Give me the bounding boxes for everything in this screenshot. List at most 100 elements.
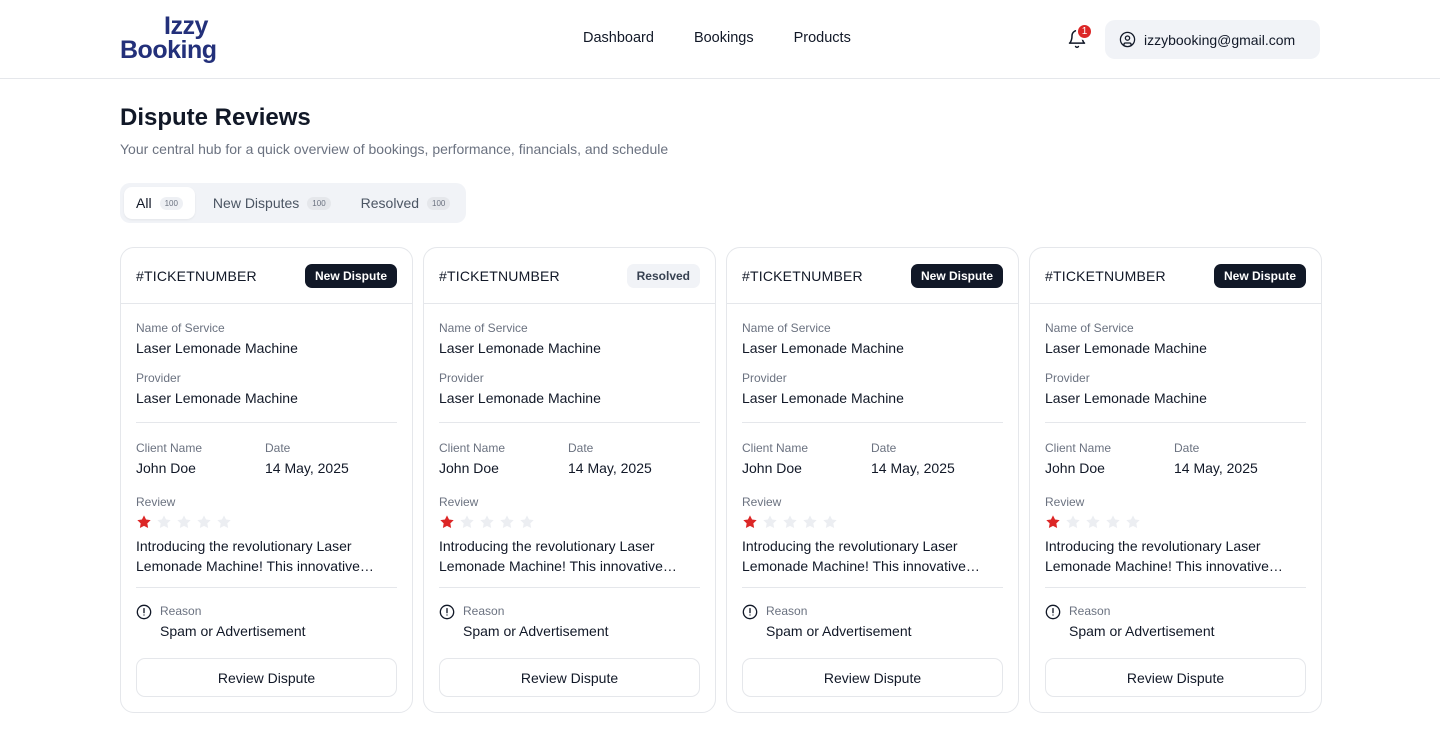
- review-dispute-button[interactable]: Review Dispute: [136, 658, 397, 697]
- status-badge: New Dispute: [910, 263, 1003, 288]
- ticket-number: #TICKETNUMBER: [1045, 267, 1166, 284]
- card-header: #TICKETNUMBER New Dispute: [1030, 248, 1321, 304]
- review-section: Client Name John Doe Date 14 May, 2025 R…: [742, 423, 1003, 588]
- service-label: Name of Service: [1045, 321, 1134, 335]
- alert-circle-icon: [439, 604, 455, 620]
- client-label: Client Name: [439, 441, 506, 455]
- star-empty-icon: [460, 515, 474, 529]
- tab-label: All: [136, 195, 152, 211]
- client-value: John Doe: [136, 460, 196, 476]
- service-section: Name of Service Laser Lemonade Machine P…: [439, 304, 700, 423]
- star-rating: [136, 514, 397, 530]
- review-text: Introducing the revolutionary Laser Lemo…: [136, 538, 360, 574]
- date-value: 14 May, 2025: [871, 460, 955, 476]
- reason-label: Reason: [1069, 604, 1111, 618]
- service-section: Name of Service Laser Lemonade Machine P…: [742, 304, 1003, 423]
- reason-value: Spam or Advertisement: [463, 623, 609, 639]
- page-subtitle: Your central hub for a quick overview of…: [120, 141, 669, 157]
- provider-label: Provider: [742, 371, 787, 385]
- star-empty-icon: [520, 515, 534, 529]
- dispute-card-list: #TICKETNUMBER New Dispute Name of Servic…: [120, 247, 1322, 713]
- card-header: #TICKETNUMBER New Dispute: [727, 248, 1018, 304]
- provider-value: Laser Lemonade Machine: [136, 390, 298, 406]
- account-button[interactable]: izzybooking@gmail.com: [1105, 20, 1320, 59]
- status-badge: New Dispute: [304, 263, 397, 288]
- star-empty-icon: [500, 515, 514, 529]
- service-label: Name of Service: [439, 321, 528, 335]
- nav-products[interactable]: Products: [794, 30, 851, 46]
- review-dispute-button[interactable]: Review Dispute: [742, 658, 1003, 697]
- user-circle-icon: [1119, 31, 1136, 48]
- notification-badge: 1: [1076, 23, 1093, 40]
- service-value: Laser Lemonade Machine: [1045, 340, 1207, 356]
- date-label: Date: [265, 441, 291, 455]
- tab-count: 100: [307, 196, 331, 210]
- service-section: Name of Service Laser Lemonade Machine P…: [136, 304, 397, 423]
- tab-resolved[interactable]: Resolved 100: [349, 187, 463, 219]
- review-text: Introducing the revolutionary Laser Lemo…: [439, 538, 663, 574]
- review-dispute-button[interactable]: Review Dispute: [439, 658, 700, 697]
- date-value: 14 May, 2025: [568, 460, 652, 476]
- review-section: Client Name John Doe Date 14 May, 2025 R…: [136, 423, 397, 588]
- provider-value: Laser Lemonade Machine: [439, 390, 601, 406]
- star-empty-icon: [783, 515, 797, 529]
- reason-section: Reason Spam or Advertisement: [439, 588, 700, 639]
- provider-value: Laser Lemonade Machine: [742, 390, 904, 406]
- reason-value: Spam or Advertisement: [766, 623, 912, 639]
- nav-bookings[interactable]: Bookings: [694, 30, 754, 46]
- tab-label: New Disputes: [212, 195, 300, 211]
- tab-new-disputes[interactable]: New Disputes 100: [201, 187, 343, 219]
- star-empty-icon: [197, 515, 211, 529]
- reason-section: Reason Spam or Advertisement: [742, 588, 1003, 639]
- review-text: Introducing the revolutionary Laser Lemo…: [1045, 538, 1269, 574]
- review-section: Client Name John Doe Date 14 May, 2025 R…: [1045, 423, 1306, 588]
- dispute-card: #TICKETNUMBER New Dispute Name of Servic…: [726, 247, 1019, 713]
- page-title: Dispute Reviews: [120, 104, 311, 131]
- service-value: Laser Lemonade Machine: [742, 340, 904, 356]
- tab-count: 100: [159, 196, 183, 210]
- status-badge: New Dispute: [1213, 263, 1306, 288]
- star-empty-icon: [803, 515, 817, 529]
- provider-value: Laser Lemonade Machine: [1045, 390, 1207, 406]
- reason-value: Spam or Advertisement: [160, 623, 306, 639]
- review-label: Review: [136, 495, 176, 509]
- reason-label: Reason: [463, 604, 505, 618]
- service-label: Name of Service: [136, 321, 225, 335]
- date-value: 14 May, 2025: [1174, 460, 1258, 476]
- tab-label: Resolved: [360, 195, 420, 211]
- review-text: Introducing the revolutionary Laser Lemo…: [742, 538, 966, 574]
- alert-circle-icon: [742, 604, 758, 620]
- review-label: Review: [439, 495, 479, 509]
- client-label: Client Name: [136, 441, 203, 455]
- star-filled-icon: [1046, 515, 1060, 529]
- dispute-card: #TICKETNUMBER Resolved Name of Service L…: [423, 247, 716, 713]
- reason-section: Reason Spam or Advertisement: [136, 588, 397, 639]
- review-dispute-button[interactable]: Review Dispute: [1045, 658, 1306, 697]
- client-label: Client Name: [742, 441, 809, 455]
- review-section: Client Name John Doe Date 14 May, 2025 R…: [439, 423, 700, 588]
- service-value: Laser Lemonade Machine: [136, 340, 298, 356]
- star-empty-icon: [157, 515, 171, 529]
- review-label: Review: [742, 495, 782, 509]
- provider-label: Provider: [1045, 371, 1090, 385]
- star-empty-icon: [823, 515, 837, 529]
- star-rating: [1045, 514, 1306, 530]
- star-empty-icon: [1066, 515, 1080, 529]
- client-value: John Doe: [439, 460, 499, 476]
- reason-label: Reason: [160, 604, 202, 618]
- service-value: Laser Lemonade Machine: [439, 340, 601, 356]
- ticket-number: #TICKETNUMBER: [136, 267, 257, 284]
- client-value: John Doe: [1045, 460, 1105, 476]
- dispute-card: #TICKETNUMBER New Dispute Name of Servic…: [120, 247, 413, 713]
- alert-circle-icon: [136, 604, 152, 620]
- star-empty-icon: [177, 515, 191, 529]
- logo-line-1: Izzy: [164, 12, 208, 40]
- nav-dashboard[interactable]: Dashboard: [583, 30, 654, 46]
- main-nav: Dashboard Bookings Products: [583, 30, 851, 46]
- tab-all[interactable]: All 100: [124, 187, 195, 219]
- provider-label: Provider: [136, 371, 181, 385]
- top-navigation-bar: Izzy Booking Dashboard Bookings Products…: [0, 0, 1440, 79]
- izzy-booking-logo[interactable]: Izzy Booking: [120, 12, 217, 66]
- review-label: Review: [1045, 495, 1085, 509]
- reason-section: Reason Spam or Advertisement: [1045, 588, 1306, 639]
